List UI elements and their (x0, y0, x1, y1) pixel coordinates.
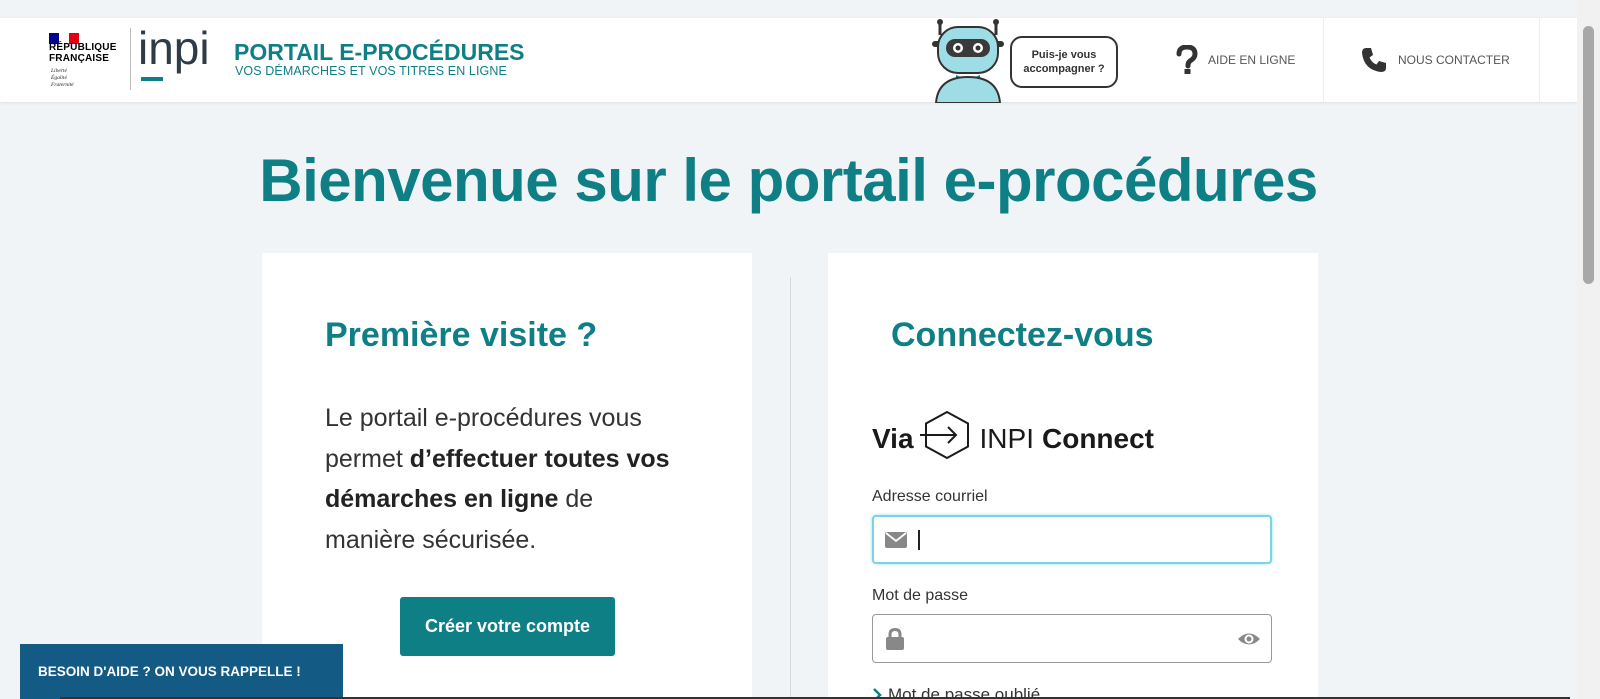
inpi-connect-icon (919, 410, 974, 467)
republique-francaise-logo[interactable]: RÉPUBLIQUE FRANÇAISE (49, 42, 117, 64)
create-account-button[interactable]: Créer votre compte (400, 597, 615, 656)
nav-help-label: AIDE EN LIGNE (1208, 53, 1296, 67)
inpi-logo[interactable]: inpi (138, 26, 216, 84)
scrollbar-thumb[interactable] (1583, 26, 1594, 284)
email-input[interactable] (920, 519, 1270, 560)
lock-icon (873, 627, 917, 650)
inpi-word: INPI (979, 422, 1034, 454)
password-input[interactable] (917, 618, 1227, 659)
login-title: Connectez-vous (891, 316, 1154, 354)
connect-word: Connect (1042, 422, 1154, 454)
callback-banner-button[interactable]: BESOIN D'AIDE ? ON VOUS RAPPELLE ! (20, 644, 343, 699)
top-strip (0, 0, 1600, 18)
email-label: Adresse courriel (872, 488, 988, 505)
header-logo-separator (130, 28, 131, 90)
motto-egalite: Égalité (51, 75, 67, 81)
nav-contact-label: NOUS CONTACTER (1398, 53, 1510, 67)
motto-liberte: Liberté (51, 68, 67, 74)
welcome-title: Bienvenue sur le portail e-procédures (259, 147, 1318, 214)
phone-icon (1360, 46, 1388, 74)
question-mark-icon (1176, 45, 1198, 75)
inpi-logo-text: inpi (138, 26, 210, 74)
nav-contact-us[interactable]: NOUS CONTACTER (1323, 18, 1540, 102)
first-visit-text: Le portail e-procédures vous permet d’ef… (325, 398, 685, 560)
inpi-connect-brand: Via INPI Connect (872, 410, 1154, 467)
first-visit-card: Première visite ? Le portail e-procédure… (262, 253, 752, 699)
page-scrollbar[interactable] (1577, 0, 1600, 699)
motto-fraternite: Fraternité (51, 82, 74, 88)
republique-line-2: FRANÇAISE (49, 53, 110, 64)
portail-title[interactable]: PORTAIL E-PROCÉDURES (234, 40, 525, 64)
email-field[interactable] (872, 515, 1272, 564)
first-visit-title: Première visite ? (325, 316, 598, 354)
login-card: Connectez-vous Via INPI Connect Adresse … (828, 253, 1318, 699)
republique-line-1: RÉPUBLIQUE (49, 42, 117, 53)
republique-motto: Liberté Égalité Fraternité (51, 68, 74, 89)
password-label: Mot de passe (872, 587, 969, 604)
marianne-flag-icon (49, 29, 79, 44)
chatbot-robot-icon[interactable] (928, 17, 1008, 103)
chatbot-bubble[interactable]: Puis-je vous accompagner ? (1010, 36, 1118, 88)
column-divider (790, 277, 791, 699)
envelope-icon (874, 531, 918, 548)
nav-help-online[interactable]: AIDE EN LIGNE (1150, 18, 1323, 102)
password-field[interactable] (872, 614, 1272, 663)
via-word: Via (872, 422, 914, 454)
portail-subtitle: VOS DÉMARCHES ET VOS TITRES EN LIGNE (235, 64, 507, 78)
eye-icon[interactable] (1227, 631, 1271, 647)
